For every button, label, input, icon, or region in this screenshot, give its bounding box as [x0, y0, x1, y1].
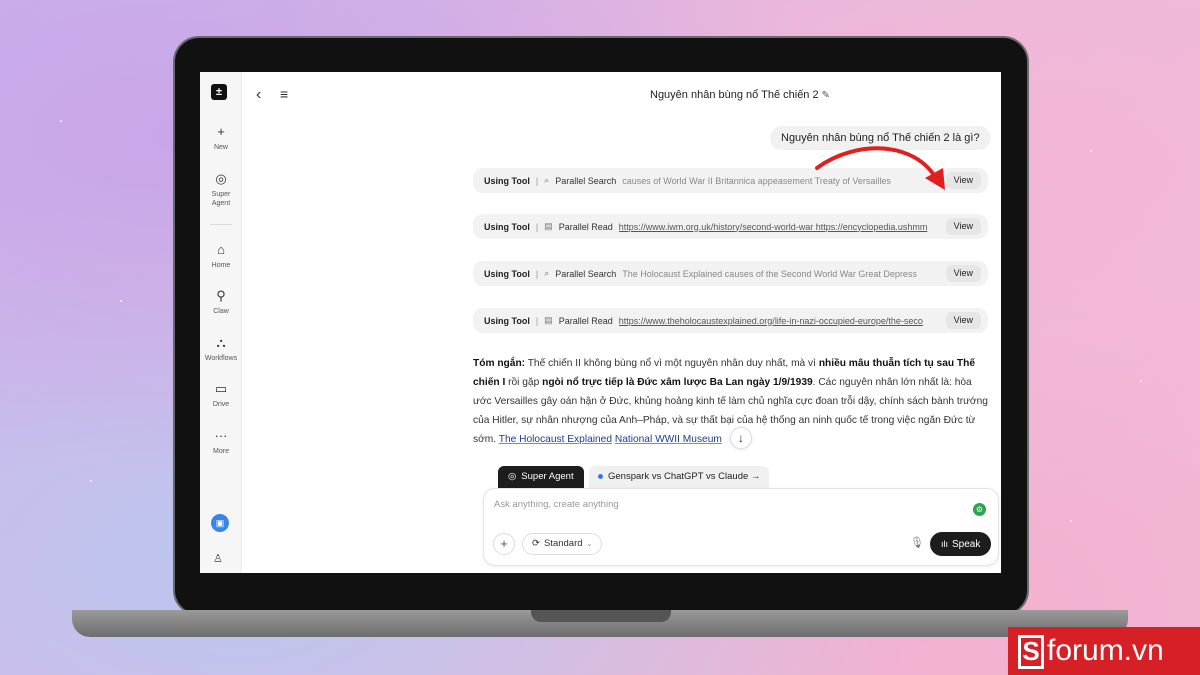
laptop-notch	[531, 610, 671, 622]
avatar[interactable]: ▣	[211, 514, 229, 532]
sidebar-item-label: More	[213, 448, 229, 455]
tool-name: Parallel Read	[558, 221, 613, 232]
sidebar-item-label: New	[213, 144, 228, 151]
composer: ⚙ + ⟳Standard⌄ 🎙 ılıSpeak	[483, 488, 999, 566]
chevron-down-icon: ⌄	[586, 541, 593, 548]
search-icon: ⌕	[544, 175, 550, 185]
sparkle	[1070, 520, 1072, 522]
tool-using-label: Using Tool	[484, 175, 530, 186]
watermark-letter: S	[1018, 635, 1044, 670]
tool-using-label: Using Tool	[484, 315, 530, 326]
sidebar-item-label: Workflows	[204, 355, 238, 362]
drive-icon: ▭	[214, 381, 228, 396]
document-icon: ▤	[544, 221, 553, 231]
tool-detail-link[interactable]: https://www.iwm.org.uk/history/second-wo…	[619, 222, 929, 232]
title-text: Nguyên nhân bùng nổ Thế chiến 2	[650, 89, 819, 101]
view-button[interactable]: View	[945, 265, 981, 282]
sparkle	[90, 480, 92, 482]
separator: |	[535, 175, 539, 186]
compare-chip[interactable]: Genspark vs ChatGPT vs Claude →	[589, 466, 770, 488]
separator: |	[535, 315, 539, 326]
plus-icon: +	[217, 124, 225, 139]
sidebar-item-new[interactable]: + New	[200, 124, 242, 152]
speak-label: Speak	[952, 539, 981, 550]
tool-call-row: Using Tool | ▤ Parallel Read https://www…	[473, 308, 988, 333]
sparkle	[60, 120, 62, 122]
document-icon: ▤	[544, 315, 553, 325]
waveform-icon: ılı	[941, 539, 949, 549]
back-icon[interactable]: ‹	[256, 86, 261, 104]
super-agent-chip[interactable]: ◎ Super Agent	[498, 466, 584, 488]
red-arrow-annotation	[815, 146, 945, 190]
search-icon: ⌕	[544, 268, 550, 278]
view-button[interactable]: View	[945, 218, 981, 235]
workflows-icon: ⛬	[216, 335, 226, 350]
tool-name: Parallel Read	[558, 315, 613, 326]
scroll-down-arrow-icon[interactable]: ↓	[730, 427, 752, 449]
source-link[interactable]: National WWII Museum	[615, 434, 722, 445]
chip-label: Genspark vs ChatGPT vs Claude →	[608, 471, 761, 482]
claw-icon: ⚲	[216, 288, 226, 303]
sparkle	[120, 300, 122, 302]
site-watermark-logo: Sforum.vn	[1008, 627, 1200, 675]
answer-text: rồi gặp	[505, 377, 543, 388]
sidebar: ± + New ◎ Super Agent ⌂ Home ⚲ Claw ⛬ Wo…	[200, 72, 242, 573]
source-link[interactable]: The Holocaust Explained	[499, 434, 612, 445]
page-title: Nguyên nhân bùng nổ Thế chiến 2 ✎	[650, 89, 830, 101]
tool-detail: The Holocaust Explained causes of the Se…	[622, 268, 917, 279]
sidebar-item-claw[interactable]: ⚲ Claw	[200, 288, 242, 316]
answer-text: Thế chiến II không bùng nổ vì một nguyên…	[525, 358, 819, 369]
speak-button[interactable]: ılı Speak	[930, 532, 992, 556]
sidebar-item-label: Home	[211, 262, 231, 269]
separator: |	[535, 221, 539, 232]
mode-label: Standard	[543, 538, 583, 549]
arrow-path	[815, 146, 939, 182]
sidebar-item-label: Claw	[213, 308, 229, 315]
edit-pencil-icon[interactable]: ✎	[822, 90, 830, 101]
chip-label: Super Agent	[521, 471, 574, 482]
sidebar-item-label: Drive	[212, 401, 230, 408]
separator: |	[535, 268, 539, 279]
menu-icon[interactable]: ≡	[280, 86, 288, 102]
sidebar-item-workflows[interactable]: ⛬ Workflows	[200, 335, 242, 363]
mode-select[interactable]: ⟳ Standard ⌄	[522, 533, 603, 555]
sparkle	[1090, 150, 1092, 152]
tool-using-label: Using Tool	[484, 221, 530, 232]
blue-dot-icon	[598, 473, 603, 479]
sidebar-item-more[interactable]: ··· More	[200, 428, 242, 456]
chat-input[interactable]	[494, 499, 954, 510]
arrow-head	[925, 168, 945, 190]
mode-icon: ⟳	[532, 538, 540, 549]
user-icon[interactable]: ♙	[213, 552, 223, 565]
tool-name: Parallel Search	[555, 175, 617, 186]
tool-name: Parallel Search	[555, 268, 617, 279]
tool-detail-link[interactable]: https://www.theholocaustexplained.org/li…	[619, 316, 929, 326]
app-logo-icon[interactable]: ±	[211, 84, 227, 100]
answer-lead: Tóm ngắn:	[473, 358, 526, 369]
tool-call-row: Using Tool | ⌕ Parallel Search The Holoc…	[473, 261, 988, 286]
sidebar-item-label: Super Agent	[211, 191, 231, 207]
sidebar-divider	[210, 224, 232, 225]
more-icon: ···	[214, 428, 228, 443]
answer-bold: ngòi nổ trực tiếp là Đức xâm lược Ba Lan…	[542, 377, 813, 388]
microphone-icon[interactable]: 🎙	[910, 536, 924, 549]
attach-plus-button[interactable]: +	[493, 533, 515, 555]
sidebar-item-drive[interactable]: ▭ Drive	[200, 381, 242, 409]
sidebar-item-home[interactable]: ⌂ Home	[200, 242, 242, 270]
tool-using-label: Using Tool	[484, 268, 530, 279]
sidebar-item-super-agent[interactable]: ◎ Super Agent	[200, 171, 242, 208]
view-button[interactable]: View	[945, 312, 981, 329]
home-icon: ⌂	[217, 242, 225, 257]
super-agent-icon: ◎	[215, 171, 227, 186]
super-agent-icon: ◎	[508, 471, 517, 482]
sparkle	[1140, 380, 1142, 382]
tool-call-row: Using Tool | ▤ Parallel Read https://www…	[473, 214, 988, 239]
robot-icon[interactable]: ⚙	[973, 503, 986, 516]
watermark-text: forum.vn	[1047, 634, 1164, 667]
